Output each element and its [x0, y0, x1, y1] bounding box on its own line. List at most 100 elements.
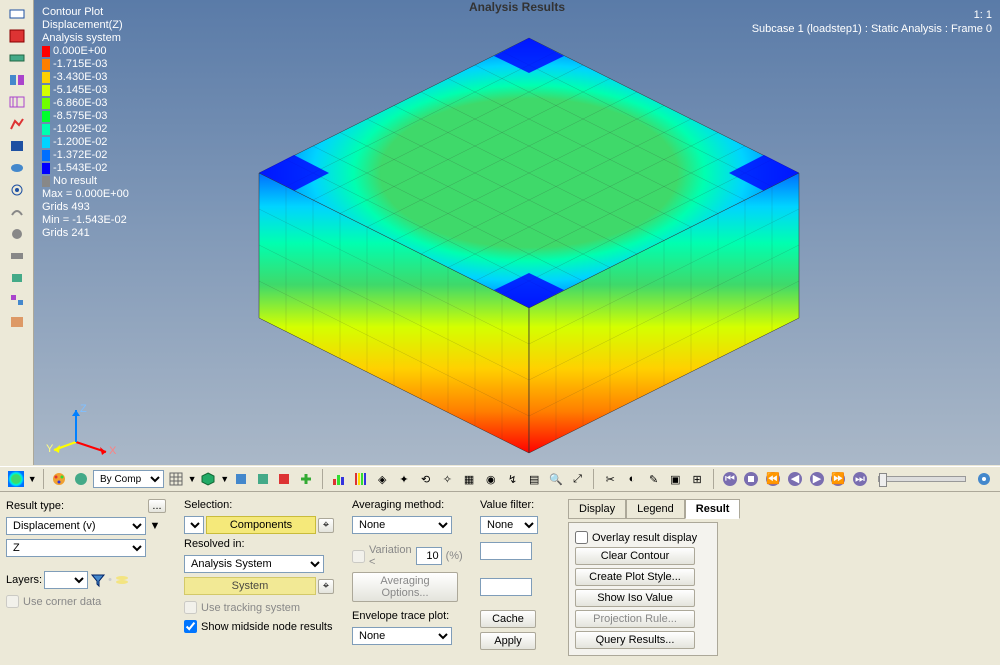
play-rew-icon[interactable]: ⏪	[763, 469, 783, 489]
tab-legend[interactable]: Legend	[626, 499, 685, 519]
midside-label: Show midside node results	[201, 621, 332, 633]
tool-12[interactable]	[4, 246, 30, 266]
contour-legend: Contour Plot Displacement(Z) Analysis sy…	[42, 6, 129, 240]
bycomp-select[interactable]: By Comp	[93, 470, 164, 488]
tool-e[interactable]: ▦	[459, 469, 479, 489]
play-first-icon[interactable]: ⏮	[720, 469, 740, 489]
box1-icon[interactable]	[231, 469, 251, 489]
svg-text:▶: ▶	[812, 473, 821, 485]
play-back-icon[interactable]: ◀	[785, 469, 805, 489]
box3-icon[interactable]	[275, 469, 295, 489]
create-plot-style-button[interactable]: Create Plot Style...	[575, 568, 695, 586]
tool-13[interactable]	[4, 268, 30, 288]
iso-icon[interactable]	[199, 469, 219, 489]
overlay-checkbox[interactable]	[575, 531, 588, 544]
bars-icon[interactable]	[351, 469, 371, 489]
layers-select[interactable]	[44, 571, 88, 589]
valuefilter-select[interactable]: None	[480, 516, 538, 534]
layers-icon[interactable]	[114, 572, 130, 588]
globe-icon[interactable]	[71, 469, 91, 489]
envelope-select[interactable]: None	[352, 627, 452, 645]
tool-d[interactable]: ✧	[437, 469, 457, 489]
use-corner-label: Use corner data	[23, 596, 101, 608]
selection-mode[interactable]	[184, 516, 204, 534]
averaging-label: Averaging method:	[352, 499, 462, 511]
tool-i[interactable]: 🔍	[546, 469, 566, 489]
valuefilter-input[interactable]	[480, 542, 532, 560]
tool-4[interactable]	[4, 70, 30, 90]
result-type-select[interactable]: Displacement (v)	[6, 517, 146, 535]
valuefilter-label: Value filter:	[480, 499, 550, 511]
query-results-button[interactable]: Query Results...	[575, 631, 695, 649]
bottom-panel: Result type: ... Displacement (v) ▼ Z La…	[0, 493, 1000, 665]
legend-val-8: -1.372E-02	[53, 149, 107, 162]
tool-5[interactable]	[4, 92, 30, 112]
tracking-checkbox	[184, 601, 197, 614]
tool-9[interactable]	[4, 180, 30, 200]
contour-icon[interactable]	[6, 469, 26, 489]
layers-label: Layers:	[6, 574, 42, 586]
horizontal-toolbar: ▼ By Comp ▼ ▼ ◈ ✦ ⟲ ✧ ▦ ◉ ↯ ▤ 🔍 ⤢ ✂ ◐ ✎ …	[0, 466, 1000, 492]
clear-contour-button[interactable]: Clear Contour	[575, 547, 695, 565]
apply-button[interactable]: Apply	[480, 632, 536, 650]
tool-g[interactable]: ↯	[503, 469, 523, 489]
legend-max-grids: Grids 493	[42, 201, 129, 214]
settings-icon[interactable]	[974, 469, 994, 489]
midside-checkbox[interactable]	[184, 620, 197, 633]
legend-noresult: No result	[53, 175, 97, 188]
speed-slider[interactable]	[878, 476, 967, 482]
tab-display[interactable]: Display	[568, 499, 626, 519]
plus-icon[interactable]	[296, 469, 316, 489]
tool-1[interactable]	[4, 4, 30, 24]
result-tab-body: Overlay result display Clear Contour Cre…	[568, 522, 718, 656]
tool-11[interactable]	[4, 224, 30, 244]
viewport-3d[interactable]: Analysis Results 1: 1 Subcase 1 (loadste…	[34, 0, 1000, 465]
tool-a[interactable]: ◈	[372, 469, 392, 489]
tool-8[interactable]	[4, 158, 30, 178]
tool-3[interactable]	[4, 48, 30, 68]
tool-k[interactable]: ✂	[600, 469, 620, 489]
box2-icon[interactable]	[253, 469, 273, 489]
components-button[interactable]: Components	[206, 516, 316, 534]
tool-10[interactable]	[4, 202, 30, 222]
tool-h[interactable]: ▤	[524, 469, 544, 489]
palette-icon[interactable]	[50, 469, 70, 489]
variation-input[interactable]	[416, 547, 442, 565]
chart-icon[interactable]	[329, 469, 349, 489]
tool-j[interactable]: ⤢	[568, 469, 588, 489]
resolved-select[interactable]: Analysis System	[184, 555, 324, 573]
tool-6[interactable]	[4, 114, 30, 134]
tool-7[interactable]	[4, 136, 30, 156]
overlay-label: Overlay result display	[592, 532, 697, 544]
component-select[interactable]: Z	[6, 539, 146, 557]
play-fwd-icon[interactable]: ▶	[807, 469, 827, 489]
tab-result[interactable]: Result	[685, 499, 741, 519]
averaging-select[interactable]: None	[352, 516, 452, 534]
svg-text:⏩: ⏩	[831, 472, 845, 485]
tool-f[interactable]: ◉	[481, 469, 501, 489]
show-iso-button[interactable]: Show Iso Value	[575, 589, 695, 607]
valuefilter-input2[interactable]	[480, 578, 532, 596]
system-pick[interactable]: ⌖	[318, 579, 334, 594]
play-last-icon[interactable]: ⏭	[850, 469, 870, 489]
cache-button[interactable]: Cache	[480, 610, 536, 628]
tool-b[interactable]: ✦	[394, 469, 414, 489]
tool-15[interactable]	[4, 312, 30, 332]
selection-pick[interactable]: ⌖	[318, 518, 334, 533]
scale-label: 1: 1	[752, 8, 992, 22]
tool-c[interactable]: ⟲	[416, 469, 436, 489]
tool-o[interactable]: ⊞	[687, 469, 707, 489]
svg-text:X: X	[109, 445, 116, 457]
system-button[interactable]: System	[184, 577, 316, 595]
play-stop-icon[interactable]	[742, 469, 762, 489]
filter-icon[interactable]	[90, 572, 106, 588]
result-type-more[interactable]: ...	[148, 499, 166, 513]
tool-n[interactable]: ▣	[666, 469, 686, 489]
tool-l[interactable]: ◐	[622, 469, 642, 489]
play-ff-icon[interactable]: ⏩	[828, 469, 848, 489]
tool-2[interactable]	[4, 26, 30, 46]
tool-14[interactable]	[4, 290, 30, 310]
legend-result: Displacement(Z)	[42, 19, 129, 32]
mesh-icon[interactable]	[166, 469, 186, 489]
tool-m[interactable]: ✎	[644, 469, 664, 489]
